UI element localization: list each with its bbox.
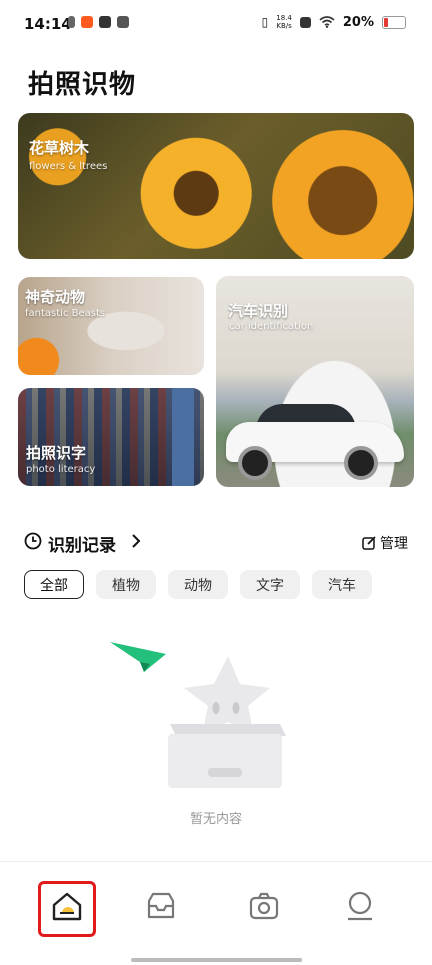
wifi-icon: [319, 16, 335, 28]
card-flowers-trees[interactable]: 花草树木 flowers & ltrees: [18, 113, 414, 259]
empty-state-illustration: [110, 642, 286, 788]
camera-icon: [249, 892, 279, 920]
filter-chip-all[interactable]: 全部: [24, 570, 84, 599]
card-subtitle: flowers & ltrees: [29, 161, 108, 172]
nav-home[interactable]: [47, 886, 87, 926]
bottom-navigation: [0, 861, 432, 965]
battery-percent: 20%: [342, 14, 374, 30]
filter-chips: 全部 植物 动物 文字 汽车: [24, 570, 372, 599]
network-speed: 18.4 KB/s: [276, 14, 292, 30]
filter-chip-plants[interactable]: 植物: [96, 570, 156, 599]
nav-camera[interactable]: [244, 886, 284, 926]
edit-icon: [362, 536, 376, 550]
clock-icon: [24, 532, 42, 550]
inbox-icon: [147, 892, 175, 919]
empty-state-text: 暂无内容: [189, 812, 242, 827]
app-notification-icon-2: [99, 16, 111, 28]
gesture-home-bar: [131, 958, 302, 962]
card-title: 拍照识字: [26, 444, 87, 462]
home-icon: [52, 892, 82, 921]
status-bar: 14:14 ▯ 18.4 KB/s 20%: [0, 0, 432, 52]
card-subtitle: fantastic Beasts: [25, 308, 106, 319]
battery-icon: [382, 15, 406, 29]
card-fantastic-beasts[interactable]: 神奇动物 fantastic Beasts: [18, 277, 204, 375]
profile-icon: [348, 891, 372, 921]
app-notification-icon: [81, 16, 93, 28]
manage-label: 管理: [380, 536, 408, 552]
records-title[interactable]: 识别记录: [48, 531, 116, 556]
chevron-right-icon[interactable]: [130, 532, 142, 550]
vibrate-icon: ▯: [261, 15, 269, 29]
page-title: 拍照识物: [28, 70, 137, 100]
manage-button[interactable]: 管理: [362, 533, 408, 553]
card-title: 花草树木: [29, 139, 90, 157]
filter-chip-animals[interactable]: 动物: [168, 570, 228, 599]
card-title: 神奇动物: [25, 288, 86, 306]
card-car-identification[interactable]: 汽车识别 car identification: [216, 276, 414, 487]
nav-records[interactable]: [141, 886, 181, 926]
status-time: 14:14: [24, 15, 72, 33]
filter-chip-text[interactable]: 文字: [240, 570, 300, 599]
card-photo-literacy[interactable]: 拍照识字 photo literacy: [18, 388, 204, 486]
filter-chip-cars[interactable]: 汽车: [312, 570, 372, 599]
nav-profile[interactable]: [340, 886, 380, 926]
card-subtitle: car identification: [229, 321, 314, 332]
app-notification-icon-3: [117, 16, 129, 28]
card-subtitle: photo literacy: [26, 464, 96, 475]
sim-icon: [68, 16, 75, 28]
card-title: 汽车识别: [228, 302, 289, 320]
no-sim-icon: [299, 16, 311, 28]
